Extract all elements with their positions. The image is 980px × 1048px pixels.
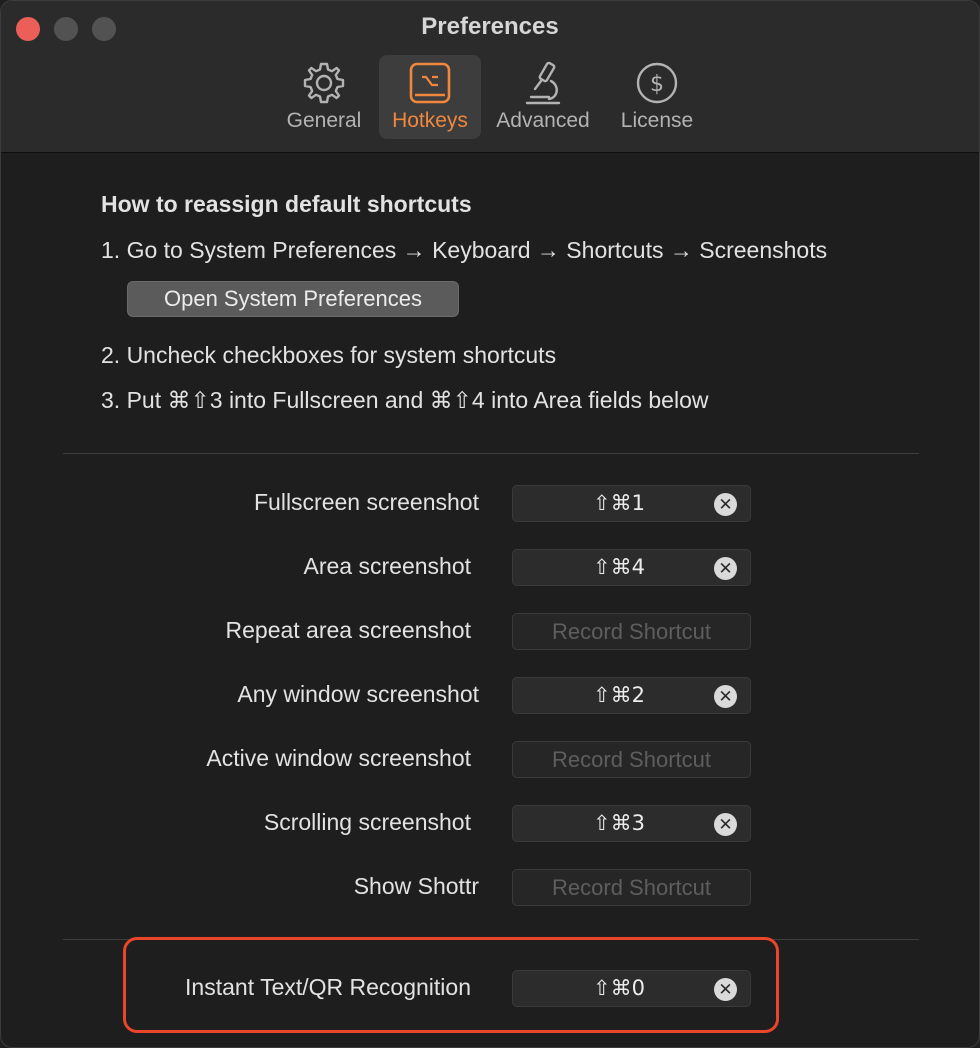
dollar-circle-icon: $ <box>635 59 679 107</box>
tab-license-label: License <box>620 109 694 132</box>
divider <box>63 453 919 454</box>
tab-advanced[interactable]: Advanced <box>491 55 595 139</box>
titlebar: Preferences General Hotkeys Advanced $ L… <box>1 1 979 153</box>
svg-text:$: $ <box>650 72 664 97</box>
window-title: Preferences <box>421 13 559 40</box>
tab-general-label: General <box>286 109 362 132</box>
clear-shortcut-icon[interactable]: ✕ <box>714 557 737 580</box>
shortcut-field-show-shottr[interactable]: Record Shortcut <box>512 869 751 906</box>
shortcut-field-scrolling[interactable]: ⇧⌘3 ✕ <box>512 805 751 842</box>
shortcut-label-fullscreen: Fullscreen screenshot <box>254 489 479 515</box>
clear-shortcut-icon[interactable]: ✕ <box>714 685 737 708</box>
shortcut-field-any-window[interactable]: ⇧⌘2 ✕ <box>512 677 751 714</box>
shortcut-value: ⇧⌘3 <box>593 811 645 835</box>
record-shortcut-placeholder: Record Shortcut <box>552 875 711 900</box>
tab-advanced-label: Advanced <box>496 109 590 132</box>
record-shortcut-placeholder: Record Shortcut <box>552 619 711 644</box>
keyboard-key-icon <box>408 59 452 107</box>
open-system-preferences-button[interactable]: Open System Preferences <box>127 281 459 317</box>
shortcut-label-scrolling: Scrolling screenshot <box>263 809 471 835</box>
gear-icon <box>302 59 346 107</box>
instructions-heading: How to reassign default shortcuts <box>101 191 472 217</box>
tab-license[interactable]: $ License <box>611 55 703 139</box>
microscope-icon <box>521 59 565 107</box>
shortcut-label-area: Area screenshot <box>303 553 471 579</box>
shortcut-field-area[interactable]: ⇧⌘4 ✕ <box>512 549 751 586</box>
shortcut-value: ⇧⌘4 <box>593 555 645 579</box>
instruction-step-2: 2. Uncheck checkboxes for system shortcu… <box>101 342 557 368</box>
shortcut-field-active-window[interactable]: Record Shortcut <box>512 741 751 778</box>
tab-hotkeys-label: Hotkeys <box>392 109 468 132</box>
clear-shortcut-icon[interactable]: ✕ <box>714 813 737 836</box>
instruction-step-1: 1. Go to System Preferences → Keyboard →… <box>101 237 828 263</box>
tab-general[interactable]: General <box>279 55 369 139</box>
tab-hotkeys[interactable]: Hotkeys <box>379 55 481 139</box>
shortcut-label-show-shottr: Show Shottr <box>353 873 479 899</box>
record-shortcut-placeholder: Record Shortcut <box>552 747 711 772</box>
preferences-window: Preferences General Hotkeys Advanced $ L… <box>0 0 980 1048</box>
clear-shortcut-icon[interactable]: ✕ <box>714 493 737 516</box>
shortcut-label-any-window: Any window screenshot <box>237 681 479 707</box>
shortcut-field-fullscreen[interactable]: ⇧⌘1 ✕ <box>512 485 751 522</box>
shortcut-label-active-window: Active window screenshot <box>206 745 471 771</box>
shortcut-value: ⇧⌘1 <box>593 491 645 515</box>
highlight-annotation <box>123 937 779 1033</box>
shortcut-field-repeat-area[interactable]: Record Shortcut <box>512 613 751 650</box>
shortcut-value: ⇧⌘2 <box>593 683 645 707</box>
shortcut-label-repeat-area: Repeat area screenshot <box>225 617 472 643</box>
instruction-step-3: 3. Put ⌘⇧3 into Fullscreen and ⌘⇧4 into … <box>101 387 709 413</box>
